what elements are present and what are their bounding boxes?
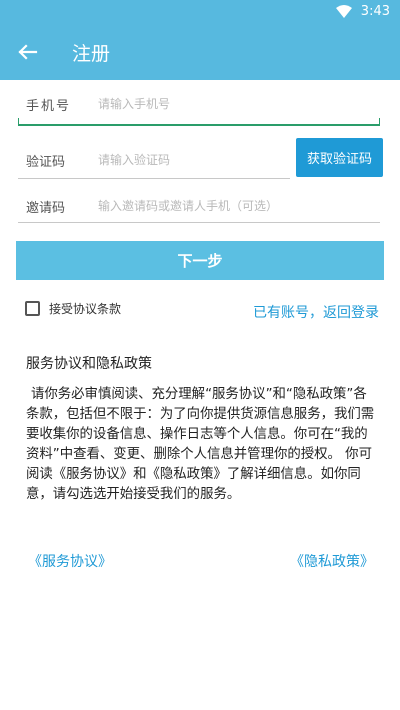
- invite-label: 邀请码: [26, 201, 66, 216]
- wifi-icon: [336, 5, 352, 18]
- code-input[interactable]: [96, 148, 290, 172]
- code-label: 验证码: [26, 155, 66, 170]
- policy-body: 请你务必审慎阅读、充分理解“服务协议”和“隐私政策”各条款，包括但不限于：为了向…: [26, 387, 375, 502]
- invite-row: 邀请码: [18, 190, 382, 226]
- service-agreement-link[interactable]: 《服务协议》: [28, 551, 112, 571]
- invite-underline: [18, 222, 380, 223]
- code-underline: [18, 178, 290, 179]
- phone-input[interactable]: [96, 92, 370, 116]
- status-time: 3:43: [360, 4, 390, 19]
- privacy-policy-link[interactable]: 《隐私政策》: [290, 551, 374, 571]
- agree-checkbox[interactable]: [25, 300, 40, 316]
- get-code-button[interactable]: 获取验证码: [296, 138, 383, 177]
- policy-title: 服务协议和隐私政策: [26, 356, 152, 372]
- app-bar: 注册: [0, 24, 400, 80]
- back-to-login-link[interactable]: 已有账号，返回登录: [253, 302, 379, 322]
- next-step-button[interactable]: 下一步: [16, 241, 384, 280]
- status-bar: 3:43: [0, 0, 400, 24]
- phone-underline: [18, 124, 380, 126]
- phone-underline-right: [379, 118, 380, 125]
- arrow-left-icon[interactable]: [12, 37, 42, 67]
- phone-label: 手机号: [26, 99, 72, 114]
- phone-row: 手机号: [18, 90, 380, 126]
- agree-checkbox-row[interactable]: 接受协议条款: [25, 298, 121, 318]
- invite-input[interactable]: [96, 194, 382, 218]
- page-title: 注册: [72, 43, 111, 65]
- agree-label: 接受协议条款: [49, 301, 122, 316]
